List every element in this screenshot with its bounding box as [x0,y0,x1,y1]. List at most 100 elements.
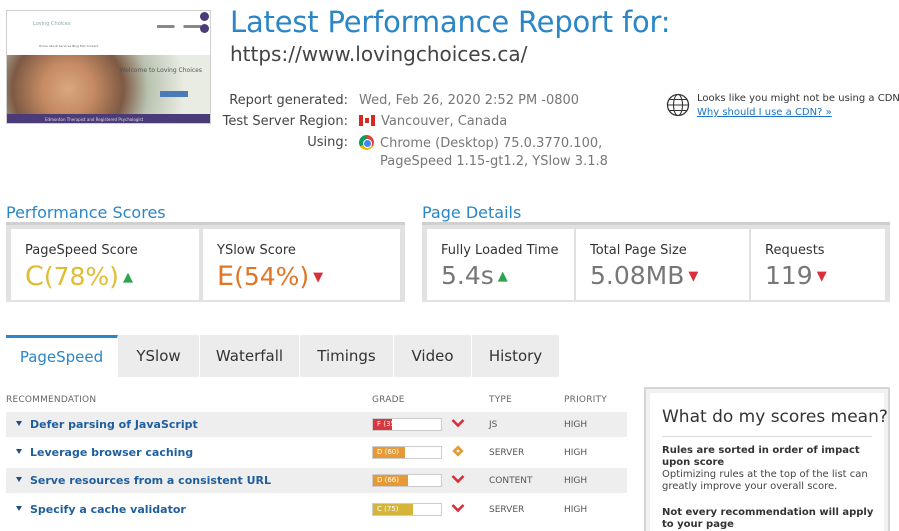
down-arrow-icon: ▼ [313,270,324,285]
recommendation-priority: HIGH [564,476,588,486]
thumbnail-logo: Loving Choices [33,21,71,27]
fully-loaded-label: Fully Loaded Time [441,243,559,258]
page-details-panel: Fully Loaded Time 5.4s ▲ Total Page Size … [422,222,890,302]
grade-text: F (35) [377,420,398,428]
report-generated-label: Report generated: [229,93,348,108]
recommendation-type: SERVER [489,448,525,458]
recommendation-type: CONTENT [489,476,533,486]
scores-help-bold-1: Rules are sorted in order of impact upon… [662,445,860,468]
yslow-score-label: YSlow Score [217,243,296,258]
fully-loaded-number: 5.4s [441,261,494,290]
yslow-grade: E [217,261,235,292]
pagespeed-score-label: PageSpeed Score [25,243,138,258]
performance-scores-panel: PageSpeed Score C(78%) ▲ YSlow Score E(54… [6,222,405,302]
site-screenshot-thumbnail: Loving Choices Home About Services Blog … [6,10,211,124]
requests-number: 119 [765,261,813,290]
canada-flag-icon [359,115,375,126]
page-size-label: Total Page Size [590,243,687,258]
performance-scores-title: Performance Scores [6,203,166,222]
recommendation-name[interactable]: Leverage browser caching [30,446,193,459]
page-size-card: Total Page Size 5.08MB ▼ [576,229,749,300]
thumbnail-menu: Home About Services Blog FAQ Contact [39,44,99,48]
pagespeed-grade: C [25,261,44,292]
grade-header: GRADE [372,395,405,405]
grade-bar: C (75) [372,503,442,516]
tab-pagespeed[interactable]: PageSpeed [6,335,118,377]
recommendation-name[interactable]: Serve resources from a consistent URL [30,474,271,487]
using-label: Using: [307,135,348,150]
thumbnail-hero-button [160,91,188,97]
chrome-icon [359,135,374,150]
scores-help-text-1: Optimizing rules at the top of the list … [662,469,868,492]
down-arrow-icon: ▼ [816,269,827,284]
cdn-info-link[interactable]: Why should I use a CDN? » [697,107,832,118]
grade-text: D (60) [377,448,399,456]
recommendation-type: SERVER [489,505,525,515]
expand-triangle-icon[interactable] [16,449,22,454]
chevron-down-icon [451,473,465,487]
table-row[interactable]: Defer parsing of JavaScript F (35) JS HIGH [6,412,627,437]
recommendation-priority: HIGH [564,505,588,515]
page-size-value: 5.08MB ▼ [590,261,698,290]
thumbnail-nav [157,25,201,28]
table-row[interactable]: Specify a cache validator C (75) SERVER HIG… [6,497,627,522]
divider [662,436,872,437]
globe-icon [666,93,690,117]
scores-help-bold-2: Not every recommendation will apply to y… [662,507,874,530]
tab-waterfall[interactable]: Waterfall [200,335,300,377]
yslow-score-card: YSlow Score E(54%) ▼ [203,229,400,300]
up-arrow-icon: ▲ [122,270,133,285]
page-title: Latest Performance Report for: [230,5,671,39]
requests-value: 119 ▼ [765,261,827,290]
server-region-label: Test Server Region: [222,114,348,129]
requests-label: Requests [765,243,825,258]
server-region-text: Vancouver, Canada [381,114,508,129]
grade-bar: D (66) [372,474,442,487]
yslow-percent: (54%) [234,262,310,291]
recommendation-priority: HIGH [564,448,588,458]
page-details-title: Page Details [422,203,522,222]
using-tools-text: PageSpeed 1.15-gt1.2, YSlow 3.1.8 [380,154,608,169]
using-browser-text: Chrome (Desktop) 75.0.3770.100, [380,136,603,151]
pagespeed-percent: (78%) [43,262,119,291]
tab-timings[interactable]: Timings [300,335,394,377]
grade-bar: D (60) [372,446,442,459]
report-url: https://www.lovingchoices.ca/ [230,42,528,66]
tab-history[interactable]: History [472,335,559,377]
fully-loaded-card: Fully Loaded Time 5.4s ▲ [427,229,574,300]
yslow-score-value: E(54%) ▼ [217,261,323,292]
page-size-number: 5.08MB [590,261,685,290]
chevron-down-icon [451,417,465,431]
tab-yslow[interactable]: YSlow [118,335,200,377]
thumbnail-hero-image [7,55,210,117]
pagespeed-score-card: PageSpeed Score C(78%) ▲ [11,229,199,300]
thumbnail-dot [200,24,209,33]
recommendation-header: RECOMMENDATION [6,395,97,405]
thumbnail-dot [200,12,209,21]
down-arrow-icon: ▼ [688,269,699,284]
recommendation-priority: HIGH [564,420,588,430]
report-tabs: PageSpeed YSlow Waterfall Timings Video … [6,335,559,377]
fully-loaded-value: 5.4s ▲ [441,261,508,290]
neutral-diamond-icon [451,445,465,459]
table-row[interactable]: Leverage browser caching D (60) SERVER HIGH [6,440,627,465]
recommendation-name[interactable]: Defer parsing of JavaScript [30,418,198,431]
scores-help-inner: What do my scores mean? Rules are sorted… [650,393,888,531]
table-row[interactable]: Serve resources from a consistent URL D (… [6,468,627,493]
requests-card: Requests 119 ▼ [751,229,885,300]
report-generated-value: Wed, Feb 26, 2020 2:52 PM -0800 [359,93,580,108]
recommendation-type: JS [489,420,498,430]
grade-text: C (75) [377,505,399,513]
recommendation-name[interactable]: Specify a cache validator [30,503,186,516]
grade-text: D (66) [377,476,399,484]
tab-video[interactable]: Video [394,335,472,377]
grade-bar: F (35) [372,418,442,431]
pagespeed-score-value: C(78%) ▲ [25,261,133,292]
server-region-value: Vancouver, Canada [359,114,507,129]
using-value: Chrome (Desktop) 75.0.3770.100, [359,135,602,151]
expand-triangle-icon[interactable] [16,477,22,482]
cdn-notice-text: Looks like you might not be using a CDN [697,93,899,104]
expand-triangle-icon[interactable] [16,506,22,511]
chevron-down-icon [451,502,465,516]
expand-triangle-icon[interactable] [16,421,22,426]
